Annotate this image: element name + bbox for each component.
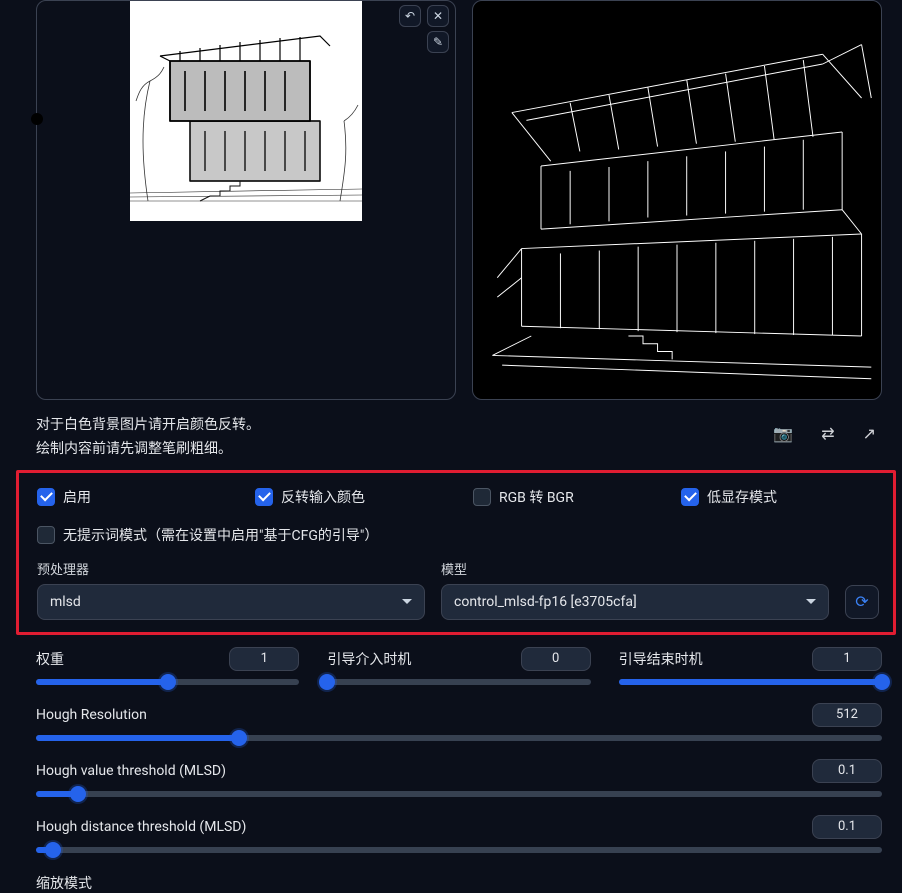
checkbox-row-2: 无提示词模式（需在设置中启用"基于CFG的引导"） [37, 525, 879, 545]
lineart-output [473, 1, 881, 399]
slider-thumb[interactable] [70, 786, 86, 802]
checkbox-rgb-bgr[interactable]: RGB 转 BGR [473, 487, 653, 507]
invert-label: 反转输入颜色 [281, 487, 365, 507]
slider-thumb[interactable] [319, 674, 335, 690]
slider-thumb[interactable] [231, 730, 247, 746]
guide-end-track[interactable] [619, 679, 882, 685]
preprocessed-image-panel[interactable] [472, 0, 882, 400]
guide-start-value[interactable]: 0 [521, 647, 591, 671]
caption-text: 对于白色背景图片请开启颜色反转。 绘制内容前请先调整笔刷粗细。 [36, 414, 260, 462]
enable-check-icon[interactable] [37, 488, 55, 506]
model-field: 模型 control_mlsd-fp16 [e3705cfa] [441, 559, 829, 620]
chevron-down-icon [806, 599, 816, 604]
edge-handle-dot[interactable] [31, 113, 43, 125]
controlnet-panel: ↶ ✕ ✎ [0, 0, 902, 893]
hough-dist-label: Hough distance threshold (MLSD) [36, 819, 246, 835]
slider-thumb[interactable] [160, 674, 176, 690]
settings-highlight-box: 启用 反转输入颜色 RGB 转 BGR 低显存模式 无提示词模式（需在设置中启用… [16, 470, 896, 635]
preprocessor-field: 预处理器 mlsd [37, 559, 425, 620]
guide-end-label: 引导结束时机 [619, 649, 703, 669]
image-row: ↶ ✕ ✎ [0, 0, 902, 408]
sliders-area: 权重 1 引导介入时机 0 引导 [0, 641, 902, 853]
model-select[interactable]: control_mlsd-fp16 [e3705cfa] [441, 584, 829, 620]
rgb-bgr-label: RGB 转 BGR [499, 487, 574, 507]
guide-start-label: 引导介入时机 [327, 649, 411, 669]
weight-track[interactable] [36, 679, 299, 685]
hough-val-label: Hough value threshold (MLSD) [36, 763, 226, 779]
preprocessor-label: 预处理器 [37, 559, 425, 578]
pencil-icon[interactable]: ✎ [427, 31, 449, 53]
hough-res-slider: Hough Resolution 512 [36, 703, 882, 741]
scale-mode-label: 缩放模式 [0, 871, 902, 893]
camera-icon[interactable]: 📷 [773, 424, 793, 443]
hough-res-label: Hough Resolution [36, 707, 147, 723]
model-label: 模型 [441, 559, 829, 578]
arrow-out-icon[interactable]: ↗ [863, 424, 876, 443]
input-image-panel[interactable]: ↶ ✕ ✎ [36, 0, 456, 400]
refresh-model-button[interactable]: ⟳ [845, 585, 879, 619]
selector-row: 预处理器 mlsd 模型 control_mlsd-fp16 [e3705cfa… [37, 559, 879, 620]
checkbox-enable[interactable]: 启用 [37, 487, 227, 507]
slider-thumb[interactable] [874, 674, 890, 690]
chevron-down-icon [402, 599, 412, 604]
guide-end-slider: 引导结束时机 1 [619, 647, 882, 685]
hough-dist-value[interactable]: 0.1 [812, 815, 882, 839]
guide-end-value[interactable]: 1 [812, 647, 882, 671]
hough-dist-track[interactable] [36, 847, 882, 853]
no-prompt-label: 无提示词模式（需在设置中启用"基于CFG的引导"） [63, 525, 378, 545]
no-prompt-check-icon[interactable] [37, 526, 55, 544]
hough-val-value[interactable]: 0.1 [812, 759, 882, 783]
preprocessor-value: mlsd [50, 594, 81, 610]
caption-line-1: 对于白色背景图片请开启颜色反转。 [36, 414, 260, 438]
weight-label: 权重 [36, 649, 64, 669]
guide-start-track[interactable] [327, 679, 590, 685]
refresh-icon: ⟳ [855, 592, 868, 611]
checkbox-row-1: 启用 反转输入颜色 RGB 转 BGR 低显存模式 [37, 487, 879, 507]
low-vram-label: 低显存模式 [707, 487, 777, 507]
close-icon[interactable]: ✕ [427, 5, 449, 27]
enable-label: 启用 [63, 487, 91, 507]
weight-value[interactable]: 1 [229, 647, 299, 671]
caption-row: 对于白色背景图片请开启颜色反转。 绘制内容前请先调整笔刷粗细。 📷 ⇄ ↗ [0, 408, 902, 462]
invert-check-icon[interactable] [255, 488, 273, 506]
input-image[interactable] [130, 1, 362, 221]
hough-res-track[interactable] [36, 735, 882, 741]
hough-val-slider: Hough value threshold (MLSD) 0.1 [36, 759, 882, 797]
checkbox-invert[interactable]: 反转输入颜色 [255, 487, 445, 507]
undo-icon[interactable]: ↶ [399, 5, 421, 27]
slider-row-triple: 权重 1 引导介入时机 0 引导 [36, 647, 882, 685]
swap-icon[interactable]: ⇄ [821, 424, 834, 443]
panel-icon-row: ↶ ✕ [399, 5, 449, 27]
guide-start-slider: 引导介入时机 0 [327, 647, 590, 685]
preprocessor-select[interactable]: mlsd [37, 584, 425, 620]
checkbox-low-vram[interactable]: 低显存模式 [681, 487, 821, 507]
low-vram-check-icon[interactable] [681, 488, 699, 506]
hough-dist-slider: Hough distance threshold (MLSD) 0.1 [36, 815, 882, 853]
checkbox-no-prompt[interactable]: 无提示词模式（需在设置中启用"基于CFG的引导"） [37, 525, 378, 545]
caption-tools: 📷 ⇄ ↗ [773, 414, 882, 443]
slider-thumb[interactable] [45, 842, 61, 858]
rgb-bgr-check-icon[interactable] [473, 488, 491, 506]
hough-res-value[interactable]: 512 [812, 703, 882, 727]
caption-line-2: 绘制内容前请先调整笔刷粗细。 [36, 438, 260, 462]
hough-val-track[interactable] [36, 791, 882, 797]
model-value: control_mlsd-fp16 [e3705cfa] [454, 594, 637, 610]
weight-slider: 权重 1 [36, 647, 299, 685]
